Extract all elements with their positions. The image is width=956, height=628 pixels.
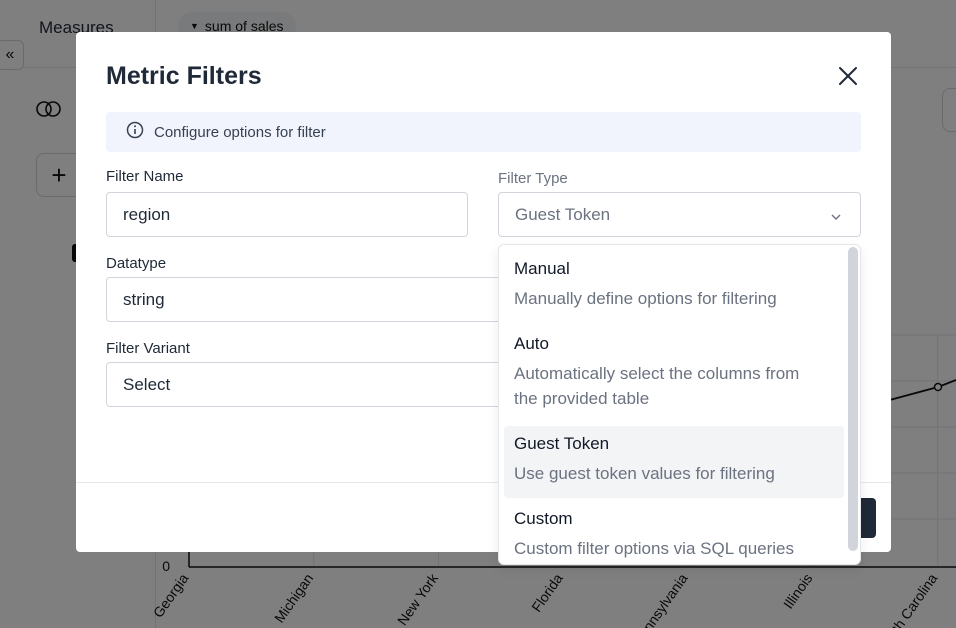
filter-name-input[interactable]: region bbox=[106, 192, 468, 237]
option-title: Auto bbox=[514, 334, 549, 353]
filter-type-select[interactable]: Guest Token bbox=[498, 192, 861, 237]
datatype-label: Datatype bbox=[106, 255, 167, 272]
filter-variant-label: Filter Variant bbox=[106, 340, 190, 357]
option-description: Automatically select the columns from bbox=[514, 364, 800, 383]
info-text: Configure options for filter bbox=[154, 123, 326, 141]
dropdown-scrollbar[interactable] bbox=[846, 245, 860, 564]
option-description-line2: the provided table bbox=[514, 389, 650, 408]
datatype-select[interactable]: string bbox=[106, 277, 536, 322]
option-guest-token[interactable]: Guest Token Use guest token values for f… bbox=[504, 426, 844, 498]
filter-variant-select[interactable]: Select bbox=[106, 362, 536, 407]
scrollbar-thumb[interactable] bbox=[848, 247, 858, 551]
option-title: Guest Token bbox=[514, 434, 610, 453]
filter-name-label: Filter Name bbox=[106, 168, 184, 185]
info-icon bbox=[126, 121, 144, 144]
option-custom[interactable]: Custom Custom filter options via SQL que… bbox=[504, 509, 844, 561]
filter-type-label: Filter Type bbox=[498, 170, 568, 187]
chevron-down-icon bbox=[830, 208, 842, 228]
option-auto[interactable]: Auto Automatically select the columns fr… bbox=[504, 334, 844, 411]
filter-type-dropdown: Manual Manually define options for filte… bbox=[498, 244, 861, 565]
option-description: Custom filter options via SQL queries bbox=[514, 539, 794, 558]
info-banner: Configure options for filter bbox=[106, 112, 861, 152]
option-title: Custom bbox=[514, 509, 573, 528]
option-description: Use guest token values for filtering bbox=[514, 464, 775, 483]
option-title: Manual bbox=[514, 259, 570, 278]
option-description: Manually define options for filtering bbox=[514, 289, 777, 308]
close-icon[interactable] bbox=[834, 62, 862, 90]
option-manual[interactable]: Manual Manually define options for filte… bbox=[504, 259, 844, 311]
filter-type-value: Guest Token bbox=[515, 204, 611, 224]
modal-title: Metric Filters bbox=[106, 62, 262, 90]
